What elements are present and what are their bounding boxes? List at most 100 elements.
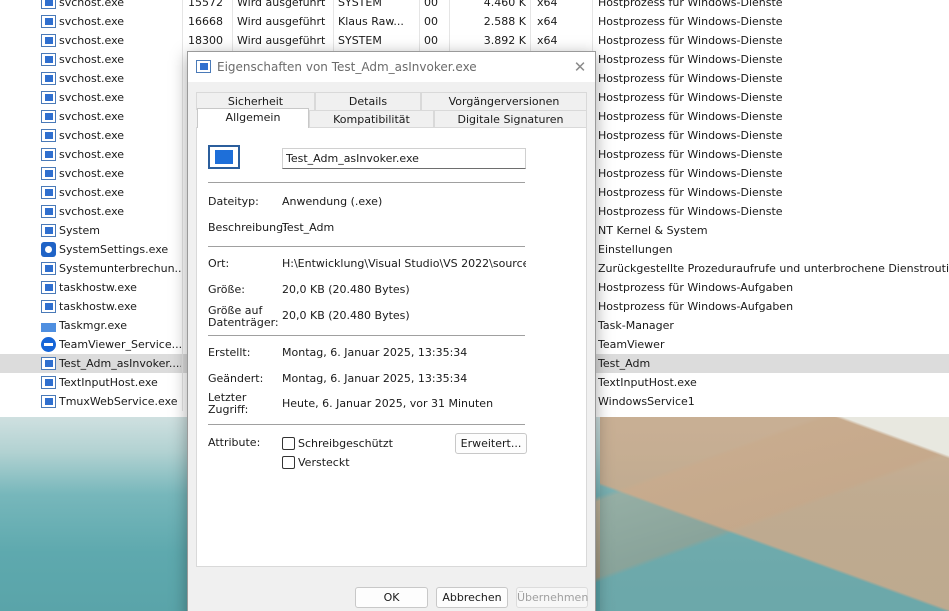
- process-mem: 2.588 K: [483, 15, 526, 28]
- service-icon: [41, 167, 56, 180]
- column-separator: [182, 392, 183, 411]
- erweitert-button[interactable]: Erweitert...: [455, 433, 527, 454]
- filename-input[interactable]: [282, 148, 526, 169]
- versteckt-label[interactable]: Versteckt: [298, 457, 350, 469]
- process-mem: 3.892 K: [483, 34, 526, 47]
- process-icon-cell: [41, 107, 57, 126]
- process-desc: Hostprozess für Windows-Dienste: [598, 34, 783, 47]
- column-separator: [182, 12, 183, 31]
- column-separator: [232, 31, 233, 50]
- column-separator: [530, 31, 531, 50]
- column-separator: [419, 12, 420, 31]
- geaendert-value: Montag, 6. Januar 2025, 13:35:34: [282, 373, 468, 385]
- service-icon: [41, 300, 56, 313]
- service-icon: [41, 262, 56, 275]
- process-icon-cell: [41, 221, 57, 240]
- column-separator: [232, 0, 233, 12]
- column-separator: [592, 31, 593, 50]
- process-desc: Hostprozess für Windows-Dienste: [598, 91, 783, 104]
- process-name: TmuxWebService.exe: [59, 395, 178, 408]
- task-manager-icon: [41, 319, 56, 332]
- file-type-icon: [208, 145, 240, 169]
- column-separator: [182, 373, 183, 392]
- tab-vorgaengerversionen[interactable]: Vorgängerversionen: [421, 92, 587, 110]
- dialog-title: Eigenschaften von Test_Adm_asInvoker.exe: [217, 60, 477, 74]
- process-name: taskhostw.exe: [59, 300, 137, 313]
- process-icon-cell: [41, 183, 57, 202]
- process-pid: 18300: [188, 34, 223, 47]
- service-icon: [41, 129, 56, 142]
- column-separator: [182, 107, 183, 126]
- process-user: SYSTEM: [338, 34, 382, 47]
- ok-button[interactable]: OK: [355, 587, 428, 608]
- divider: [208, 246, 525, 247]
- column-separator: [182, 183, 183, 202]
- process-desc: Hostprozess für Windows-Dienste: [598, 72, 783, 85]
- column-separator: [333, 31, 334, 50]
- properties-dialog: Eigenschaften von Test_Adm_asInvoker.exe…: [187, 51, 596, 611]
- process-desc: Einstellungen: [598, 243, 673, 256]
- process-name: svchost.exe: [59, 0, 125, 9]
- table-row[interactable]: svchost.exe 18300 Wird ausgeführt SYSTEM 00 3…: [0, 31, 949, 50]
- process-name: SystemSettings.exe: [59, 243, 169, 256]
- process-desc: Hostprozess für Windows-Aufgaben: [598, 300, 794, 313]
- teamviewer-icon: [41, 337, 56, 352]
- column-separator: [182, 126, 183, 145]
- tab-digitale-signaturen[interactable]: Digitale Signaturen: [434, 110, 587, 128]
- process-desc: Hostprozess für Windows-Dienste: [598, 110, 783, 123]
- uebernehmen-button[interactable]: Übernehmen: [516, 587, 588, 608]
- column-separator: [333, 0, 334, 12]
- service-icon: [41, 148, 56, 161]
- process-icon-cell: [41, 164, 57, 183]
- process-desc: Hostprozess für Windows-Dienste: [598, 53, 783, 66]
- beschreibung-value: Test_Adm: [282, 222, 335, 234]
- process-name: taskhostw.exe: [59, 281, 137, 294]
- process-desc: Test_Adm: [598, 357, 651, 370]
- dialog-titlebar[interactable]: Eigenschaften von Test_Adm_asInvoker.exe…: [188, 52, 595, 82]
- schreibgeschuetzt-checkbox[interactable]: [282, 437, 295, 450]
- dateityp-value: Anwendung (.exe): [282, 196, 383, 208]
- process-icon-cell: [41, 392, 57, 411]
- column-separator: [182, 69, 183, 88]
- process-desc: Hostprozess für Windows-Aufgaben: [598, 281, 794, 294]
- process-status: Wird ausgeführt: [237, 0, 326, 9]
- tab-details[interactable]: Details: [315, 92, 421, 110]
- column-separator: [182, 202, 183, 221]
- abbrechen-button[interactable]: Abbrechen: [436, 587, 508, 608]
- process-desc: Zurückgestellte Prozeduraufrufe und unte…: [598, 262, 949, 275]
- process-name: svchost.exe: [59, 110, 125, 123]
- column-separator: [182, 88, 183, 107]
- process-icon-cell: [41, 335, 57, 354]
- erstellt-value: Montag, 6. Januar 2025, 13:35:34: [282, 347, 468, 359]
- process-user: SYSTEM: [338, 0, 382, 9]
- column-separator: [419, 0, 420, 12]
- process-icon-cell: [41, 12, 57, 31]
- process-desc: Hostprozess für Windows-Dienste: [598, 186, 783, 199]
- process-name: Systemunterbrechun...: [59, 262, 181, 275]
- process-name: svchost.exe: [59, 186, 125, 199]
- service-icon: [41, 395, 56, 408]
- column-separator: [182, 354, 183, 373]
- versteckt-checkbox[interactable]: [282, 456, 295, 469]
- groesse-datentraeger-value: 20,0 KB (20.480 Bytes): [282, 310, 410, 322]
- beschreibung-label: Beschreibung:: [208, 221, 287, 234]
- column-separator: [182, 50, 183, 69]
- column-separator: [182, 278, 183, 297]
- process-desc: WindowsService1: [598, 395, 695, 408]
- tab-allgemein[interactable]: Allgemein: [197, 108, 309, 128]
- tab-kompatibilitaet[interactable]: Kompatibilität: [309, 110, 434, 128]
- column-separator: [530, 0, 531, 12]
- zugriff-value: Heute, 6. Januar 2025, vor 31 Minuten: [282, 398, 494, 410]
- schreibgeschuetzt-label[interactable]: Schreibgeschützt: [298, 438, 393, 450]
- process-desc: Hostprozess für Windows-Dienste: [598, 148, 783, 161]
- ort-value[interactable]: H:\Entwicklung\Visual Studio\VS 2022\sou…: [282, 258, 526, 270]
- service-icon: [41, 186, 56, 199]
- service-icon: [41, 281, 56, 294]
- process-icon-cell: [41, 354, 57, 373]
- close-icon[interactable]: ✕: [565, 52, 595, 82]
- table-row[interactable]: svchost.exe 16668 Wird ausgeführt Klaus Raw…: [0, 12, 949, 31]
- ort-label: Ort:: [208, 257, 230, 270]
- column-separator: [182, 221, 183, 240]
- column-separator: [530, 12, 531, 31]
- table-row[interactable]: svchost.exe 15572 Wird ausgeführt SYSTEM 00 4…: [0, 0, 949, 12]
